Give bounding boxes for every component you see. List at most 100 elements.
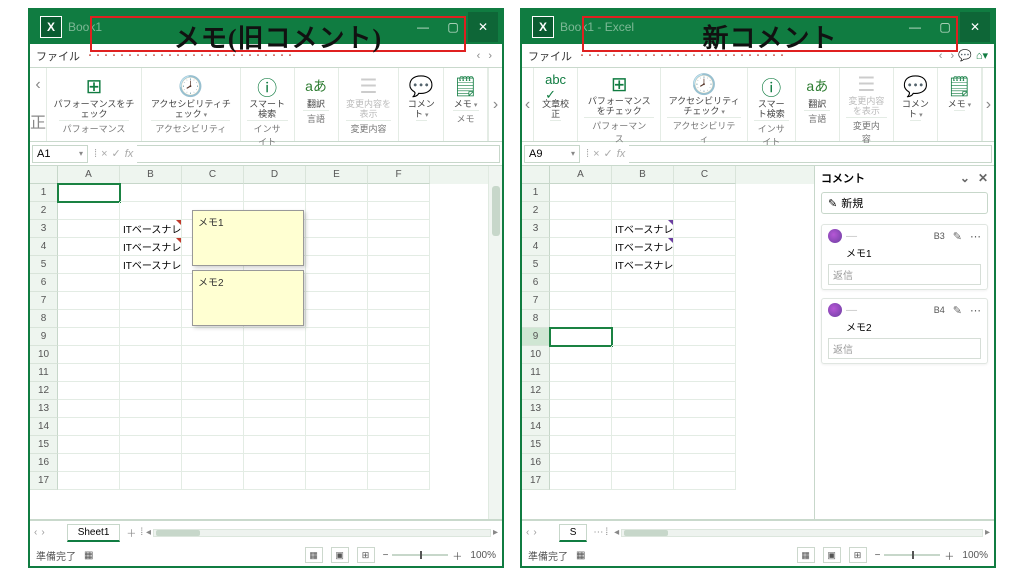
cell-B4[interactable]: ITベースナレッジ	[120, 238, 182, 256]
status-ready: 準備完了	[528, 548, 568, 563]
cell-B3[interactable]: ITベースナレッジ	[612, 220, 674, 238]
cell-B5[interactable]: ITベースナレッジ	[120, 256, 182, 274]
file-tab[interactable]: ファイル	[528, 48, 572, 64]
status-bar: 準備完了 ▦ ▦ ▣ ⊞ −＋ 100%	[522, 544, 994, 566]
window-title: Book1	[68, 20, 102, 34]
perf-group[interactable]: ⊞パフォーマンスをチェックパフォーマンス	[578, 68, 661, 141]
minimize-button[interactable]: —	[900, 12, 930, 42]
sheet-tab[interactable]: S	[559, 524, 588, 542]
vertical-scrollbar[interactable]	[488, 166, 502, 519]
cell-A9[interactable]	[550, 328, 612, 346]
comment-text: メモ2	[828, 317, 981, 338]
acc-group[interactable]: 🕗アクセシビリティチェックアクセシビリティ	[661, 68, 747, 141]
more-icon[interactable]: ⋯	[970, 304, 981, 317]
more-icon[interactable]: ⋯	[970, 230, 981, 243]
col-header[interactable]: C	[182, 166, 244, 184]
share-button[interactable]: ⌂▾	[976, 49, 988, 62]
select-all-corner[interactable]	[30, 166, 58, 184]
zoom-slider[interactable]: −＋	[383, 548, 463, 563]
sheet-grid[interactable]: A B C D E F 1234567891011121314151617 IT…	[30, 166, 488, 519]
tab-right[interactable]: ›	[484, 50, 496, 62]
note-memo1[interactable]: メモ1	[192, 210, 304, 266]
tab-left[interactable]: ‹	[935, 50, 947, 62]
close-button[interactable]: ✕	[960, 12, 990, 42]
col-header[interactable]: A	[550, 166, 612, 184]
sheet-tabs: ‹ › S ⋯ ⁞ ◂▸	[522, 520, 994, 544]
add-sheet-button[interactable]: ＋	[126, 525, 136, 540]
view-normal-button[interactable]: ▦	[797, 547, 815, 563]
view-pagelayout-button[interactable]: ▣	[331, 547, 349, 563]
col-header[interactable]: A	[58, 166, 120, 184]
add-sheet-button[interactable]: ⋯	[593, 527, 603, 538]
tab-right[interactable]: ›	[946, 50, 958, 62]
comment-ref: B3	[934, 231, 945, 241]
file-tab[interactable]: ファイル	[36, 48, 80, 64]
edit-icon[interactable]: ✎	[953, 230, 962, 243]
zoom-level[interactable]: 100%	[470, 550, 496, 561]
excel-window-right: X Book1 - Excel — ▢ ✕ 新コメント ファイル ・・・・・・・…	[520, 8, 996, 568]
zoom-level[interactable]: 100%	[962, 550, 988, 561]
reply-input[interactable]: 返信	[828, 338, 981, 359]
name-box[interactable]: A9▾	[524, 145, 580, 163]
ribbon: ‹ abc✓文章校正 ⊞パフォーマンスをチェックパフォーマンス 🕗アクセシビリテ…	[522, 68, 994, 142]
note-memo2[interactable]: メモ2	[192, 270, 304, 326]
formula-input[interactable]	[137, 145, 500, 163]
comment-group[interactable]: 💬コメント	[894, 68, 938, 141]
comment-group[interactable]: 💬コメント	[399, 68, 444, 141]
comment-text: メモ1	[828, 243, 981, 264]
horizontal-scrollbar[interactable]: ◂▸	[610, 527, 994, 538]
excel-icon: X	[40, 16, 62, 38]
col-header[interactable]: C	[674, 166, 736, 184]
fx-controls: ⁞×✓fx	[90, 147, 137, 160]
proof-group[interactable]: abc✓文章校正	[534, 68, 578, 141]
maximize-button[interactable]: ▢	[930, 12, 960, 42]
comment-card[interactable]: –– B4 ✎ ⋯ メモ2 返信	[821, 298, 988, 364]
zoom-slider[interactable]: −＋	[875, 548, 955, 563]
col-header[interactable]: B	[612, 166, 674, 184]
new-comment-button[interactable]: ✎新規	[821, 192, 988, 214]
reply-input[interactable]: 返信	[828, 264, 981, 285]
comment-card[interactable]: –– B3 ✎ ⋯ メモ1 返信	[821, 224, 988, 290]
comments-tab-icon[interactable]: 💬	[958, 49, 972, 62]
memo-group[interactable]: 🗒メモ	[938, 68, 982, 141]
ribbon-scroll-right[interactable]: ›	[982, 68, 994, 141]
trans-group[interactable]: aあ翻訳言語	[796, 68, 840, 141]
close-pane-icon[interactable]: ✕	[978, 171, 988, 185]
tab-left[interactable]: ‹	[473, 50, 485, 62]
view-normal-button[interactable]: ▦	[305, 547, 323, 563]
smart-group[interactable]: ⓘスマート検索インサイト	[748, 68, 796, 141]
col-header[interactable]: F	[368, 166, 430, 184]
collapse-icon[interactable]: ⌄	[960, 171, 970, 185]
cell-B5[interactable]: ITベースナレッジ	[612, 256, 674, 274]
cell-B4[interactable]: ITベースナレッジ	[612, 238, 674, 256]
view-pagebreak-button[interactable]: ⊞	[849, 547, 867, 563]
minimize-button[interactable]: —	[408, 12, 438, 42]
trans-group[interactable]: aあ翻訳言語	[295, 68, 339, 141]
ribbon-scroll-left[interactable]: ‹	[522, 68, 534, 141]
edit-icon[interactable]: ✎	[953, 304, 962, 317]
horizontal-scrollbar[interactable]: ⁞ ◂▸	[136, 527, 502, 538]
perf-group[interactable]: ⊞パフォーマンスをチェックパフォーマンス	[47, 68, 142, 141]
select-all-corner[interactable]	[522, 166, 550, 184]
titlebar: X Book1 — ▢ ✕	[30, 10, 502, 44]
view-pagebreak-button[interactable]: ⊞	[357, 547, 375, 563]
col-header[interactable]: B	[120, 166, 182, 184]
formula-input[interactable]	[629, 145, 992, 163]
col-header[interactable]: D	[244, 166, 306, 184]
memo-group[interactable]: 🗒メモメモ	[444, 68, 488, 141]
view-pagelayout-button[interactable]: ▣	[823, 547, 841, 563]
status-bar: 準備完了 ▦ ▦ ▣ ⊞ −＋ 100%	[30, 544, 502, 566]
ribbon-scroll-left[interactable]: ‹正	[30, 68, 47, 141]
avatar	[828, 229, 842, 243]
cell-A1[interactable]	[58, 184, 120, 202]
cell-B3[interactable]: ITベースナレッジ	[120, 220, 182, 238]
maximize-button[interactable]: ▢	[438, 12, 468, 42]
smart-group[interactable]: ⓘスマート検索インサイト	[241, 68, 295, 141]
col-header[interactable]: E	[306, 166, 368, 184]
name-box[interactable]: A1▾	[32, 145, 88, 163]
close-button[interactable]: ✕	[468, 12, 498, 42]
sheet-grid[interactable]: A B C 1234567891011121314151617 ITベースナレッ…	[522, 166, 814, 519]
ribbon-scroll-right[interactable]: ›	[488, 68, 502, 141]
sheet-tab[interactable]: Sheet1	[67, 524, 121, 542]
acc-group[interactable]: 🕗アクセシビリティチェックアクセシビリティ	[142, 68, 241, 141]
